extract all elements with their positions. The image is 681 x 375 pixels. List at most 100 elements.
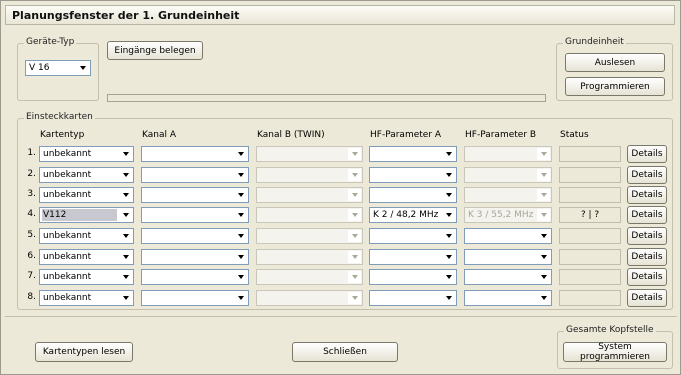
hf-param-b-select-3 [464, 187, 552, 203]
kartentyp-select-6[interactable]: unbekannt [39, 249, 134, 265]
kanal-b-value [259, 230, 346, 242]
details-button-3[interactable]: Details [627, 186, 667, 204]
chevron-down-icon[interactable] [537, 230, 550, 242]
hf-param-a-value [372, 271, 440, 283]
chevron-down-icon[interactable] [442, 189, 455, 201]
kartentyp-select-3[interactable]: unbekannt [39, 187, 134, 203]
details-button-5[interactable]: Details [627, 227, 667, 245]
kanal-a-select-8[interactable] [141, 290, 249, 306]
chevron-down-icon[interactable] [119, 251, 132, 263]
chevron-down-icon[interactable] [442, 292, 455, 304]
chevron-down-icon[interactable] [234, 209, 247, 221]
kartentyp-select-2[interactable]: unbekannt [39, 167, 134, 183]
chevron-down-icon[interactable] [537, 251, 550, 263]
hf-param-a-value [372, 251, 440, 263]
hf-param-b-select-5[interactable] [464, 228, 552, 244]
programmieren-button[interactable]: Programmieren [565, 77, 665, 96]
chevron-down-icon[interactable] [234, 271, 247, 283]
hf-param-a-select-2[interactable] [369, 167, 457, 183]
chevron-down-icon[interactable] [119, 271, 132, 283]
hf-param-b-select-8[interactable] [464, 290, 552, 306]
kartentyp-select-4[interactable]: V112 [39, 207, 134, 223]
kartentypen-lesen-button[interactable]: Kartentypen lesen [35, 342, 133, 362]
kanal-a-select-6[interactable] [141, 249, 249, 265]
chevron-down-icon[interactable] [442, 169, 455, 181]
kanal-b-value [259, 271, 346, 283]
kanal-b-select-8 [256, 290, 363, 306]
chevron-down-icon[interactable] [442, 230, 455, 242]
kartentyp-select-7[interactable]: unbekannt [39, 269, 134, 285]
details-button-6[interactable]: Details [627, 248, 667, 266]
schliessen-button[interactable]: Schließen [292, 342, 398, 362]
chevron-down-icon[interactable] [76, 62, 89, 74]
chevron-down-icon[interactable] [442, 251, 455, 263]
chevron-down-icon[interactable] [442, 148, 455, 160]
chevron-down-icon [537, 169, 550, 181]
kartentyp-value: unbekannt [43, 293, 92, 303]
einsteckkarten-legend: Einsteckkarten [24, 112, 95, 122]
chevron-down-icon[interactable] [234, 169, 247, 181]
kanal-b-value [259, 251, 346, 263]
chevron-down-icon[interactable] [442, 209, 455, 221]
chevron-down-icon[interactable] [537, 271, 550, 283]
kanal-a-select-3[interactable] [141, 187, 249, 203]
hf-param-b-select-4: K 3 / 55,2 MHz [464, 207, 552, 223]
hf-param-a-select-4[interactable]: K 2 / 48,2 MHz [369, 207, 457, 223]
hf-param-a-select-5[interactable] [369, 228, 457, 244]
hf-param-a-select-8[interactable] [369, 290, 457, 306]
kanal-b-select-6 [256, 249, 363, 265]
details-button-1[interactable]: Details [627, 145, 667, 163]
hf-param-a-value [372, 292, 440, 304]
row-number: 6. [27, 251, 36, 261]
chevron-down-icon[interactable] [119, 230, 132, 242]
chevron-down-icon[interactable] [119, 169, 132, 181]
kanal-a-select-7[interactable] [141, 269, 249, 285]
window-title: Planungsfenster der 1. Grundeinheit [5, 5, 675, 25]
kartentyp-select-5[interactable]: unbekannt [39, 228, 134, 244]
kartentyp-select-1[interactable]: unbekannt [39, 146, 134, 162]
details-button-4[interactable]: Details [627, 206, 667, 224]
chevron-down-icon [348, 169, 361, 181]
kanal-b-value [259, 169, 346, 181]
chevron-down-icon [348, 189, 361, 201]
hf-param-a-select-1[interactable] [369, 146, 457, 162]
hf-param-a-select-6[interactable] [369, 249, 457, 265]
kanal-a-value [144, 271, 232, 283]
kartentyp-select-8[interactable]: unbekannt [39, 290, 134, 306]
hf-param-b-select-7[interactable] [464, 269, 552, 285]
chevron-down-icon[interactable] [119, 209, 132, 221]
kanal-a-select-4[interactable] [141, 207, 249, 223]
geraetetyp-select[interactable]: V 16 [25, 60, 91, 76]
chevron-down-icon [348, 148, 361, 160]
chevron-down-icon[interactable] [234, 148, 247, 160]
kanal-a-select-5[interactable] [141, 228, 249, 244]
kartentyp-value: V112 [42, 209, 117, 221]
chevron-down-icon[interactable] [119, 292, 132, 304]
chevron-down-icon[interactable] [119, 148, 132, 160]
chevron-down-icon[interactable] [119, 189, 132, 201]
details-button-7[interactable]: Details [627, 268, 667, 286]
kanal-a-select-2[interactable] [141, 167, 249, 183]
status-field-1 [559, 146, 621, 162]
eingaenge-belegen-button[interactable]: Eingänge belegen [107, 41, 203, 60]
kanal-b-select-2 [256, 167, 363, 183]
details-button-8[interactable]: Details [627, 289, 667, 307]
chevron-down-icon[interactable] [234, 292, 247, 304]
system-programmieren-button[interactable]: System programmieren [563, 342, 667, 362]
chevron-down-icon[interactable] [234, 251, 247, 263]
hf-param-a-select-7[interactable] [369, 269, 457, 285]
chevron-down-icon[interactable] [537, 292, 550, 304]
chevron-down-icon[interactable] [234, 189, 247, 201]
row-number: 1. [27, 148, 36, 158]
kartentyp-value: unbekannt [43, 190, 92, 200]
hf-param-b-value [467, 251, 535, 263]
details-button-2[interactable]: Details [627, 166, 667, 184]
hf-param-a-select-3[interactable] [369, 187, 457, 203]
hf-param-b-select-6[interactable] [464, 249, 552, 265]
chevron-down-icon[interactable] [442, 271, 455, 283]
chevron-down-icon[interactable] [234, 230, 247, 242]
hf-param-b-select-1 [464, 146, 552, 162]
gesamte-kopfstelle-legend: Gesamte Kopfstelle [564, 325, 656, 335]
auslesen-button[interactable]: Auslesen [565, 53, 665, 72]
kanal-a-select-1[interactable] [141, 146, 249, 162]
